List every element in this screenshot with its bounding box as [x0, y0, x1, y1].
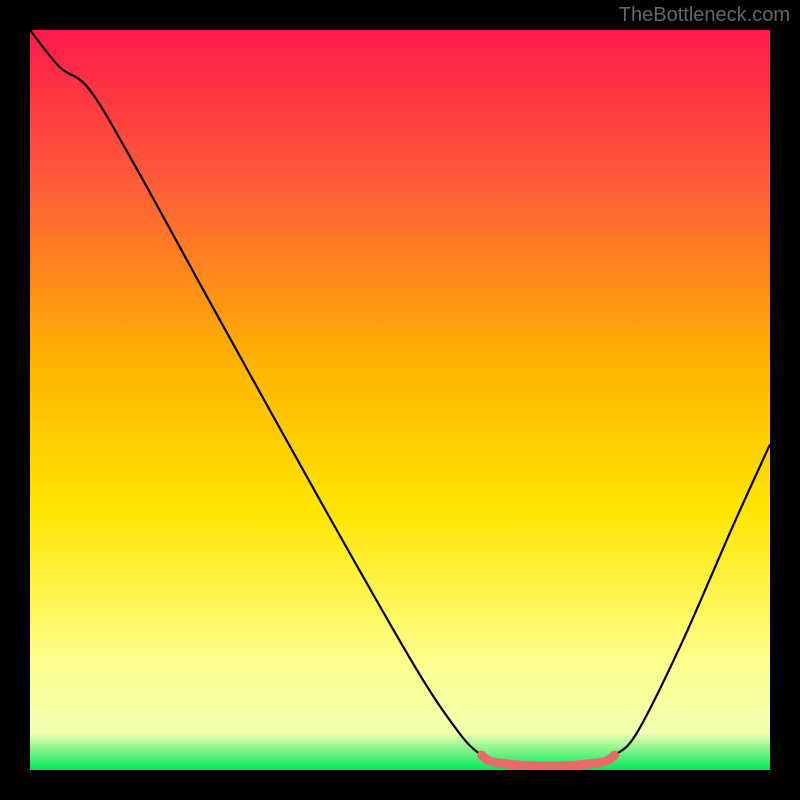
- gradient-background: [30, 30, 770, 770]
- chart-svg: [30, 30, 770, 770]
- plot-area: [30, 30, 770, 770]
- watermark-text: TheBottleneck.com: [619, 4, 790, 27]
- chart-container: TheBottleneck.com: [0, 0, 800, 800]
